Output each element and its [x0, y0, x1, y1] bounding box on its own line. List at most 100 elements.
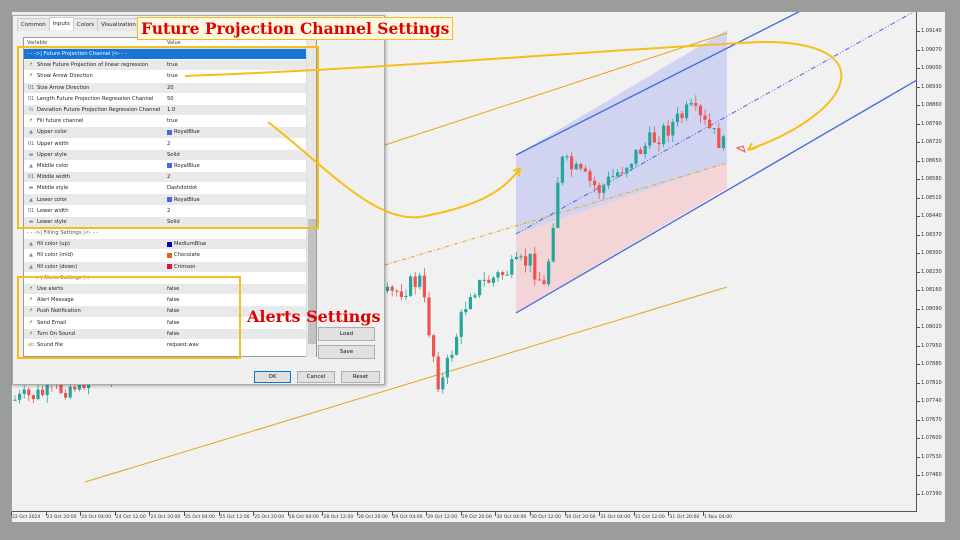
value-cell[interactable]: MediumBlue	[164, 241, 316, 247]
price-tick: 1.07460	[917, 472, 942, 479]
section-row[interactable]: - - ->| Future Projection Channel |<- - …	[24, 49, 316, 61]
section-row[interactable]: - - ->| Filling Settings |<- - -	[24, 228, 316, 240]
value-cell[interactable]: RoyalBlue	[164, 163, 316, 169]
candle-body	[482, 279, 486, 281]
value-cell[interactable]: true	[164, 62, 316, 68]
candle-body	[629, 163, 633, 168]
time-tick: 25 Oct 20:00	[253, 512, 285, 520]
table-row[interactable]: ↱ Use alerts false	[24, 283, 316, 296]
candle-body	[685, 104, 689, 119]
candle-body	[666, 125, 670, 136]
bool-icon: ↱	[28, 286, 34, 293]
table-row[interactable]: ↱ Show Future Projection of linear regres…	[24, 60, 316, 72]
table-row[interactable]: ½ Deviation Future Projection Regression …	[24, 104, 316, 117]
color-swatch	[167, 163, 172, 169]
integer-icon: 01	[27, 174, 35, 181]
price-tick: 1.08860	[917, 102, 942, 109]
table-row[interactable]: ▬ Lower style Solid	[24, 216, 316, 228]
tab-visualization[interactable]: Visualization	[97, 18, 140, 31]
value-cell[interactable]: Dashdotdot	[164, 185, 316, 191]
table-row[interactable]: ▲ fill color (mid) Chocolate	[24, 250, 316, 262]
cancel-button[interactable]: Cancel	[297, 371, 335, 383]
price-tick: 1.07390	[917, 491, 942, 497]
value-cell[interactable]: request.wav	[164, 342, 316, 348]
color-swatch	[167, 264, 172, 270]
reset-button[interactable]: Reset	[341, 371, 380, 383]
time-tick: 24 Oct 12:00	[114, 512, 146, 520]
value-cell[interactable]: 50	[164, 96, 316, 102]
value-cell[interactable]: false	[164, 286, 316, 292]
value-cell[interactable]: Chocolate	[164, 252, 316, 258]
color-swatch	[167, 252, 172, 258]
value-cell[interactable]: 2	[164, 174, 316, 180]
value-cell[interactable]: false	[164, 331, 316, 337]
save-button[interactable]: Save	[318, 345, 375, 359]
candle-body	[450, 354, 454, 358]
candle-body	[432, 335, 436, 357]
table-row[interactable]: 01 Upper width 2	[24, 139, 316, 150]
table-row[interactable]: 01 Length Future Projection Regression Ch…	[24, 94, 316, 105]
table-row[interactable]: ↱ Show Arrow Direction true	[24, 71, 316, 83]
time-tick: 22 Oct 2024	[10, 512, 41, 520]
variable-cell: 01 Lower width	[24, 208, 164, 214]
variable-name: Sound file	[37, 341, 63, 348]
table-row[interactable]: ▲ fill color (down) Crimson	[24, 261, 316, 273]
table-row[interactable]: ▲ fill color (up) MediumBlue	[24, 239, 316, 251]
value-cell[interactable]: Solid	[164, 219, 316, 225]
value-cell[interactable]: true	[164, 118, 316, 124]
tab-colors[interactable]: Colors	[72, 18, 99, 31]
value-cell[interactable]: 20	[164, 85, 316, 91]
color-swatch	[167, 241, 172, 247]
candle-body	[395, 290, 399, 292]
price-tick: 1.08650	[917, 157, 942, 164]
value-text: 2	[167, 207, 171, 214]
table-row[interactable]: ▬ Upper style Solid	[24, 149, 316, 161]
candle-body	[597, 185, 601, 193]
section-row[interactable]: - - ->| Alerts Settings |<- - -	[24, 273, 316, 284]
load-button[interactable]: Load	[318, 327, 375, 341]
value-text: Solid	[167, 151, 180, 158]
variable-cell: - - ->| Alerts Settings |<- - -	[24, 275, 164, 281]
value-cell[interactable]: Solid	[164, 152, 316, 158]
value-cell[interactable]: 2	[164, 141, 316, 147]
table-row[interactable]: ▲ Lower color RoyalBlue	[24, 194, 316, 206]
candle-body	[662, 125, 666, 145]
table-row[interactable]: ↱ Alert Message false	[24, 295, 316, 307]
price-tick: 1.08230	[917, 268, 942, 275]
variable-name: Middle width	[37, 174, 71, 181]
candle-body	[441, 377, 445, 390]
table-row[interactable]: 01 Size Arrow Direction 20	[24, 82, 316, 94]
integer-icon: 01	[27, 207, 35, 214]
candle-body	[455, 336, 459, 355]
table-row[interactable]: ab Sound file request.wav	[24, 340, 316, 352]
table-row[interactable]: ▬ Middle style Dashdotdot	[24, 183, 316, 195]
value-cell[interactable]: Crimson	[164, 264, 316, 270]
candle-body	[45, 383, 49, 396]
table-row[interactable]: 01 Lower width 2	[24, 206, 316, 217]
value-cell[interactable]: RoyalBlue	[164, 129, 316, 135]
string-icon: ab	[27, 341, 35, 348]
color-icon: ▲	[29, 263, 33, 270]
table-row[interactable]: ↱ Fill future channel true	[24, 116, 316, 128]
color-swatch	[167, 129, 172, 135]
table-row[interactable]: ↱ Turn On Sound false	[24, 328, 316, 340]
tab-common[interactable]: Common	[17, 18, 50, 31]
table-row[interactable]: ▲ Middle color RoyalBlue	[24, 161, 316, 173]
table-row[interactable]: ▲ Upper color RoyalBlue	[24, 127, 316, 139]
candle-body	[560, 156, 564, 183]
variable-name: Show Arrow Direction	[37, 73, 93, 80]
table-row[interactable]: 01 Middle width 2	[24, 172, 316, 184]
variable-cell: ↱ Show Arrow Direction	[24, 73, 164, 79]
value-cell[interactable]: false	[164, 297, 316, 303]
tab-inputs[interactable]: Inputs	[48, 17, 74, 30]
ok-button[interactable]: OK	[254, 371, 291, 383]
candle-body	[404, 295, 408, 298]
price-tick: 1.09000	[917, 65, 942, 72]
time-tick: 24 Oct 04:00	[80, 512, 112, 520]
price-tick: 1.08300	[917, 250, 942, 257]
value-cell[interactable]: true	[164, 73, 316, 79]
time-tick: 24 Oct 20:00	[149, 512, 181, 520]
value-cell[interactable]: RoyalBlue	[164, 197, 316, 203]
value-cell[interactable]: 1.0	[164, 107, 316, 113]
value-cell[interactable]: 2	[164, 208, 316, 214]
